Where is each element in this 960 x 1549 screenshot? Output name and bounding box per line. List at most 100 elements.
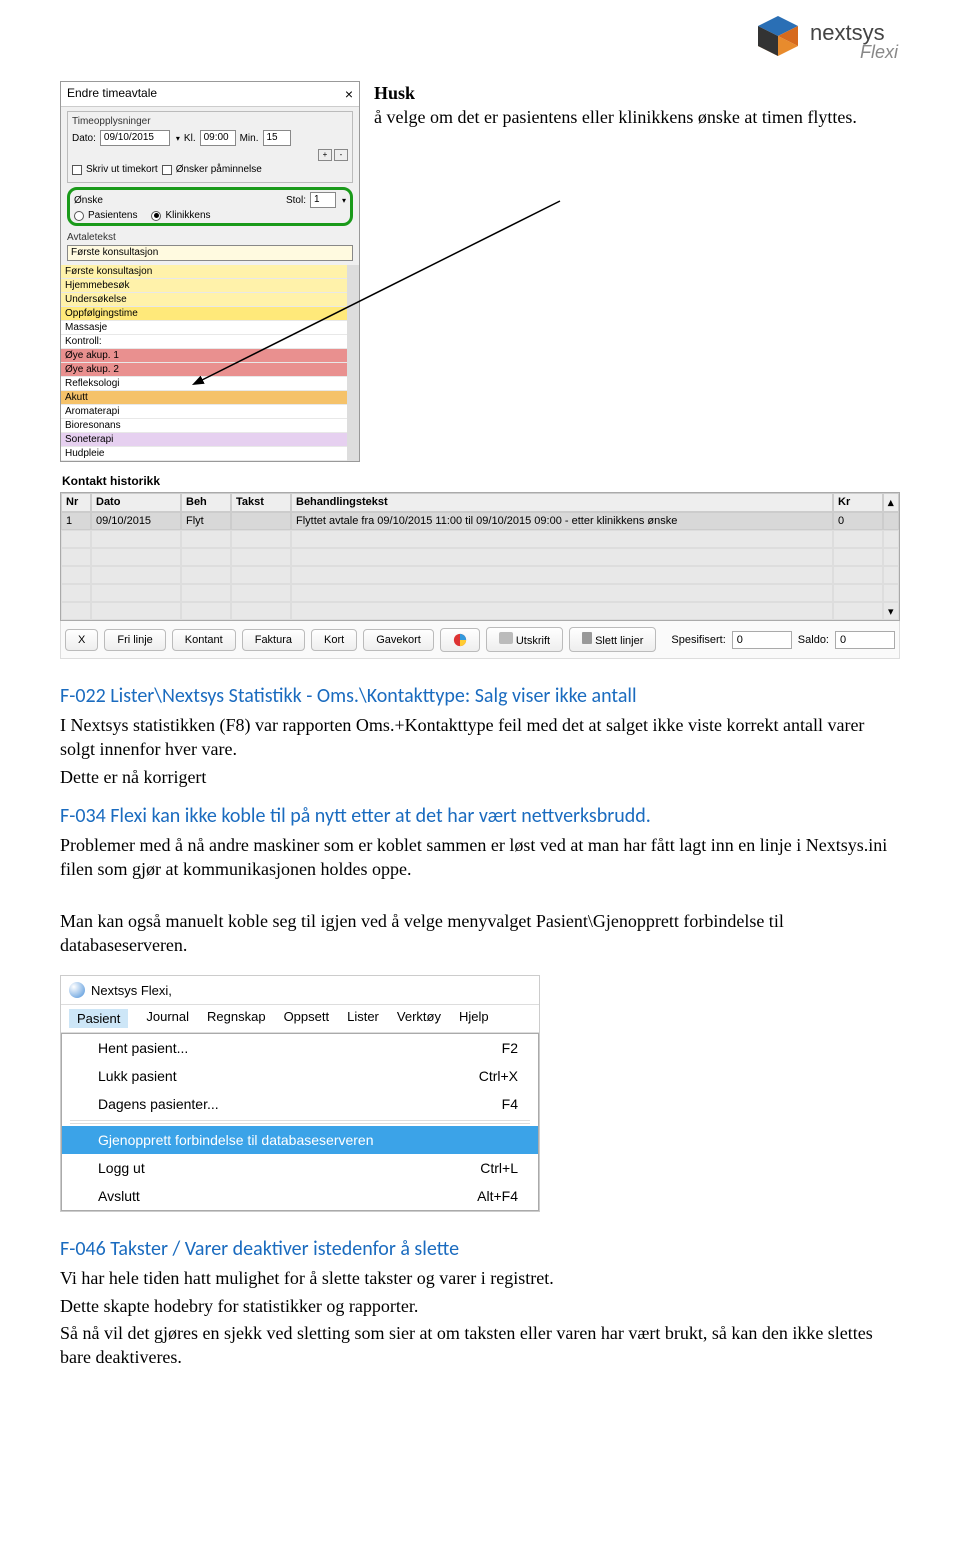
dd-logg-ut[interactable]: Logg ut Ctrl+L: [62, 1154, 538, 1182]
avtaletekst-label: Avtaletekst: [67, 232, 353, 243]
kontant-button[interactable]: Kontant: [172, 629, 236, 651]
list-item[interactable]: Hudpleie: [61, 447, 347, 461]
stol-input[interactable]: 1: [310, 192, 336, 208]
menu-pasient[interactable]: Pasient: [69, 1009, 128, 1028]
app-icon: [69, 982, 85, 998]
close-icon[interactable]: ×: [345, 86, 353, 102]
list-item[interactable]: Øye akup. 2: [61, 363, 347, 377]
endre-timeavtale-dialog: Endre timeavtale × Timeopplysninger Dato…: [60, 81, 360, 462]
kontakt-historikk-section: Kontakt historikk Nr Dato Beh Takst Beha…: [60, 470, 900, 659]
f034-heading: F-034 Flexi kan ikke koble til på nytt e…: [60, 803, 900, 830]
paminnelse-checkbox[interactable]: [162, 165, 172, 175]
cell-kr: 0: [833, 512, 883, 530]
list-item[interactable]: Aromaterapi: [61, 405, 347, 419]
list-item[interactable]: Hjemmebesøk: [61, 279, 347, 293]
f046-p1: Vi har hele tiden hatt mulighet for å sl…: [60, 1266, 900, 1290]
cell-nr: 1: [61, 512, 91, 530]
plus-button[interactable]: +: [318, 149, 332, 161]
chevron-down-icon[interactable]: ▾: [340, 196, 346, 205]
minus-button[interactable]: -: [334, 149, 348, 161]
table-row: [61, 530, 899, 548]
table-row[interactable]: 1 09/10/2015 Flyt Flyttet avtale fra 09/…: [61, 512, 899, 530]
kort-button[interactable]: Kort: [311, 629, 357, 651]
min-input[interactable]: 15: [263, 130, 291, 146]
pie-button[interactable]: [440, 628, 480, 652]
min-label: Min.: [240, 133, 259, 144]
list-item[interactable]: Øye akup. 1: [61, 349, 347, 363]
chevron-down-icon[interactable]: ▾: [174, 134, 180, 143]
menu-journal[interactable]: Journal: [146, 1009, 189, 1028]
f046-p2: Dette skapte hodebry for statistikker og…: [60, 1294, 900, 1318]
menu-bar: Pasient Journal Regnskap Oppsett Lister …: [61, 1005, 539, 1033]
slett-button[interactable]: Slett linjer: [569, 627, 656, 652]
timeopplysninger-group: Timeopplysninger Dato: 09/10/2015 ▾ Kl. 0…: [67, 111, 353, 183]
paminnelse-label: Ønsker påminnelse: [176, 164, 262, 175]
list-item[interactable]: Oppfølgingstime: [61, 307, 347, 321]
utskrift-button[interactable]: Utskrift: [486, 627, 563, 652]
list-item[interactable]: Soneterapi: [61, 433, 347, 447]
menu-hjelp[interactable]: Hjelp: [459, 1009, 489, 1028]
dd-gjenopprett[interactable]: Gjenopprett forbindelse til databaseserv…: [62, 1126, 538, 1154]
scroll-up-icon[interactable]: ▴: [883, 493, 899, 512]
kontakt-grid: Nr Dato Beh Takst Behandlingstekst Kr ▴ …: [60, 492, 900, 621]
print-icon: [499, 632, 513, 644]
f022-p1: I Nextsys statistikken (F8) var rapporte…: [60, 713, 900, 762]
list-item[interactable]: Massasje: [61, 321, 347, 335]
list-item[interactable]: Undersøkelse: [61, 293, 347, 307]
kontakt-toolbar: X Fri linje Kontant Faktura Kort Gavekor…: [60, 621, 900, 659]
table-row: [61, 566, 899, 584]
f046-heading: F-046 Takster / Varer deaktiver istedenf…: [60, 1236, 900, 1263]
fri-linje-button[interactable]: Fri linje: [104, 629, 165, 651]
col-kr: Kr: [833, 493, 883, 512]
kontakt-title: Kontakt historikk: [60, 470, 900, 492]
list-item[interactable]: Refleksologi: [61, 377, 347, 391]
pasientens-radio[interactable]: [74, 211, 84, 221]
faktura-button[interactable]: Faktura: [242, 629, 305, 651]
dato-label: Dato:: [72, 133, 96, 144]
list-item[interactable]: Akutt: [61, 391, 347, 405]
stol-label: Stol:: [286, 195, 306, 206]
dd-dagens-pasienter[interactable]: Dagens pasienter... F4: [62, 1090, 538, 1118]
col-dato: Dato: [91, 493, 181, 512]
dd-avslutt[interactable]: Avslutt Alt+F4: [62, 1182, 538, 1210]
f034-p2: Man kan også manuelt koble seg til igjen…: [60, 909, 900, 958]
list-item[interactable]: Bioresonans: [61, 419, 347, 433]
timekort-checkbox[interactable]: [72, 165, 82, 175]
avtale-list[interactable]: Første konsultasjon Hjemmebesøk Undersøk…: [61, 265, 359, 461]
dd-hent-pasient[interactable]: Hent pasient... F2: [62, 1034, 538, 1062]
husk-bold: Husk: [374, 83, 415, 103]
cell-takst: [231, 512, 291, 530]
scroll-down-icon[interactable]: ▾: [883, 602, 899, 620]
dato-input[interactable]: 09/10/2015: [100, 130, 170, 146]
saldo-value[interactable]: 0: [835, 631, 895, 649]
dialog-title: Endre timeavtale: [67, 86, 157, 102]
cell-tekst: Flyttet avtale fra 09/10/2015 11:00 til …: [291, 512, 833, 530]
list-item[interactable]: Kontroll:: [61, 335, 347, 349]
gavekort-button[interactable]: Gavekort: [363, 629, 434, 651]
pie-chart-icon: [453, 633, 467, 647]
col-tekst: Behandlingstekst: [291, 493, 833, 512]
klinikkens-radio[interactable]: [151, 211, 161, 221]
app-title: Nextsys Flexi,: [91, 983, 172, 998]
pasient-dropdown: Hent pasient... F2 Lukk pasient Ctrl+X D…: [61, 1033, 539, 1211]
logo-sub-text: Flexi: [860, 42, 899, 62]
kl-input[interactable]: 09:00: [200, 130, 236, 146]
klinikkens-label: Klinikkens: [165, 210, 210, 221]
x-button[interactable]: X: [65, 629, 98, 651]
kl-label: Kl.: [184, 133, 196, 144]
menu-screenshot: Nextsys Flexi, Pasient Journal Regnskap …: [60, 975, 540, 1212]
cell-dato: 09/10/2015: [91, 512, 181, 530]
timekort-label: Skriv ut timekort: [86, 164, 158, 175]
menu-lister[interactable]: Lister: [347, 1009, 379, 1028]
table-row: [61, 548, 899, 566]
avtale-first-input[interactable]: Første konsultasjon: [67, 245, 353, 261]
list-item[interactable]: Første konsultasjon: [61, 265, 347, 279]
menu-oppsett[interactable]: Oppsett: [284, 1009, 330, 1028]
group-time-label: Timeopplysninger: [72, 116, 348, 127]
f046-p3: Så nå vil det gjøres en sjekk ved sletti…: [60, 1321, 900, 1370]
menu-regnskap[interactable]: Regnskap: [207, 1009, 266, 1028]
spesifisert-value[interactable]: 0: [732, 631, 792, 649]
menu-verktoy[interactable]: Verktøy: [397, 1009, 441, 1028]
dd-lukk-pasient[interactable]: Lukk pasient Ctrl+X: [62, 1062, 538, 1090]
pasientens-label: Pasientens: [88, 210, 137, 221]
